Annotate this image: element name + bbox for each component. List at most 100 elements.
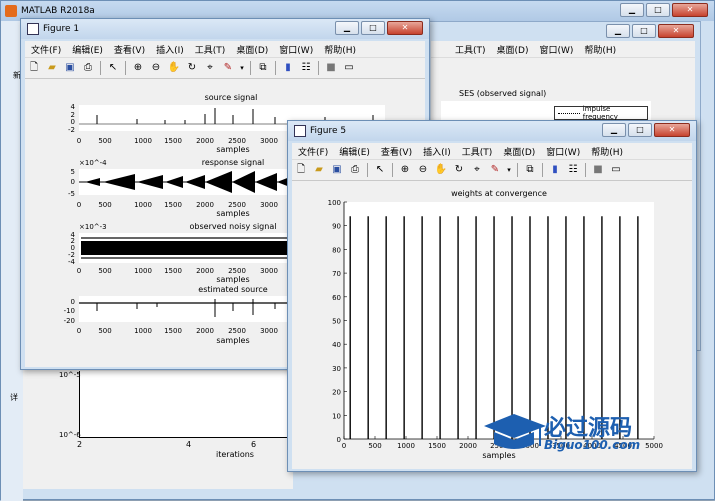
save-icon[interactable]: ▣ bbox=[63, 61, 77, 75]
pan-icon[interactable]: ✋ bbox=[434, 163, 448, 177]
plot4-xlabel: samples bbox=[216, 336, 249, 345]
toolbar-separator bbox=[585, 163, 586, 177]
plot4-ytick: -20 bbox=[64, 317, 75, 325]
save-icon[interactable]: ▣ bbox=[330, 163, 344, 177]
y-tick-label: 30 bbox=[332, 365, 341, 373]
pointer-icon[interactable]: ↖ bbox=[373, 163, 387, 177]
x-tick-label: 0 bbox=[342, 442, 346, 450]
f5-menu-help[interactable]: 帮助(H) bbox=[591, 145, 623, 158]
zoom-in-icon[interactable]: ⊕ bbox=[398, 163, 412, 177]
bg-ytick-1: 10^-5 bbox=[59, 371, 81, 379]
open-folder-icon[interactable]: ▰ bbox=[45, 61, 59, 75]
xtick: 2500 bbox=[228, 201, 246, 209]
bg-xlabel: iterations bbox=[216, 450, 254, 459]
xtick: 1500 bbox=[164, 267, 182, 275]
xtick: 1000 bbox=[134, 267, 152, 275]
f5-menu-desktop[interactable]: 桌面(D) bbox=[503, 145, 535, 158]
plot2-title: response signal bbox=[202, 158, 265, 167]
brush-dropdown-icon[interactable]: ▾ bbox=[506, 163, 512, 177]
f5-menu-view[interactable]: 查看(V) bbox=[381, 145, 412, 158]
brush-dropdown-icon[interactable]: ▾ bbox=[239, 61, 245, 75]
data-cursor-icon[interactable]: ⌖ bbox=[470, 163, 484, 177]
link-icon[interactable]: ⧉ bbox=[256, 61, 270, 75]
bg-menu-tools[interactable]: 工具(T) bbox=[455, 43, 486, 56]
rotate-icon[interactable]: ↻ bbox=[452, 163, 466, 177]
figure5-minimize-button[interactable]: ▁ bbox=[602, 123, 626, 137]
bg-menu-desktop[interactable]: 桌面(D) bbox=[497, 43, 529, 56]
rotate-icon[interactable]: ↻ bbox=[185, 61, 199, 75]
show-plot-tools-icon[interactable]: ▭ bbox=[609, 163, 623, 177]
colorbar-icon[interactable]: ▮ bbox=[281, 61, 295, 75]
print-icon[interactable]: ⎙ bbox=[348, 163, 362, 177]
close-button[interactable]: ✕ bbox=[672, 3, 708, 17]
pan-icon[interactable]: ✋ bbox=[167, 61, 181, 75]
print-icon[interactable]: ⎙ bbox=[81, 61, 95, 75]
y-tick-label: 90 bbox=[332, 223, 341, 231]
bg-xtick-1: 2 bbox=[77, 440, 83, 449]
x-tick-label: 2000 bbox=[459, 442, 477, 450]
figure5-close-button[interactable]: ✕ bbox=[654, 123, 690, 137]
f1-menu-insert[interactable]: 插入(I) bbox=[156, 43, 184, 56]
plot2-ytick: -5 bbox=[68, 190, 75, 198]
data-cursor-icon[interactable]: ⌖ bbox=[203, 61, 217, 75]
f5-menu-edit[interactable]: 编辑(E) bbox=[339, 145, 370, 158]
show-plot-tools-icon[interactable]: ▭ bbox=[342, 61, 356, 75]
bg-close-button[interactable]: ✕ bbox=[658, 24, 694, 38]
brush-icon[interactable]: ✎ bbox=[488, 163, 502, 177]
f1-menu-desktop[interactable]: 桌面(D) bbox=[236, 43, 268, 56]
figure1-titlebar: Figure 1 ▁ □ ✕ bbox=[21, 19, 429, 39]
hide-plot-tools-icon[interactable]: ■ bbox=[324, 61, 338, 75]
xtick: 3000 bbox=[260, 201, 278, 209]
xtick: 2000 bbox=[196, 201, 214, 209]
new-file-icon[interactable]: 🗋 bbox=[294, 163, 308, 177]
zoom-out-icon[interactable]: ⊖ bbox=[149, 61, 163, 75]
plot-area bbox=[344, 202, 654, 439]
maximize-button[interactable]: □ bbox=[646, 3, 670, 17]
plot1-ytick: 0 bbox=[71, 118, 75, 126]
y-tick-label: 100 bbox=[328, 199, 341, 207]
f5-menu-insert[interactable]: 插入(I) bbox=[423, 145, 451, 158]
figure1-maximize-button[interactable]: □ bbox=[361, 21, 385, 35]
toolbar-separator bbox=[275, 61, 276, 75]
bg-minimize-button[interactable]: ▁ bbox=[606, 24, 630, 38]
bg-maximize-button[interactable]: □ bbox=[632, 24, 656, 38]
xtick: 3000 bbox=[260, 267, 278, 275]
new-file-icon[interactable]: 🗋 bbox=[27, 61, 41, 75]
link-icon[interactable]: ⧉ bbox=[523, 163, 537, 177]
f5-menu-file[interactable]: 文件(F) bbox=[298, 145, 328, 158]
pointer-icon[interactable]: ↖ bbox=[106, 61, 120, 75]
legend-icon[interactable]: ☷ bbox=[566, 163, 580, 177]
f1-menu-file[interactable]: 文件(F) bbox=[31, 43, 61, 56]
zoom-out-icon[interactable]: ⊖ bbox=[416, 163, 430, 177]
open-folder-icon[interactable]: ▰ bbox=[312, 163, 326, 177]
f1-menu-window[interactable]: 窗口(W) bbox=[279, 43, 313, 56]
f5-menu-window[interactable]: 窗口(W) bbox=[546, 145, 580, 158]
plot4-title: estimated source bbox=[198, 285, 267, 294]
xtick: 2500 bbox=[228, 267, 246, 275]
f1-menu-tools[interactable]: 工具(T) bbox=[195, 43, 226, 56]
bg-menu-window[interactable]: 窗口(W) bbox=[539, 43, 573, 56]
colorbar-icon[interactable]: ▮ bbox=[548, 163, 562, 177]
watermark-url: Biguo100.com bbox=[544, 438, 641, 452]
xtick: 1000 bbox=[134, 201, 152, 209]
graduation-cap-icon bbox=[484, 414, 546, 449]
figure5-titlebar: Figure 5 ▁ □ ✕ bbox=[288, 121, 696, 141]
bg-legend: impulse frequency bbox=[554, 105, 648, 121]
legend-icon[interactable]: ☷ bbox=[299, 61, 313, 75]
hide-plot-tools-icon[interactable]: ■ bbox=[591, 163, 605, 177]
brush-icon[interactable]: ✎ bbox=[221, 61, 235, 75]
y-tick-label: 80 bbox=[332, 246, 341, 254]
matlab-left-label-detail: 详 bbox=[10, 393, 18, 402]
figure1-minimize-button[interactable]: ▁ bbox=[335, 21, 359, 35]
bg-menu-help[interactable]: 帮助(H) bbox=[584, 43, 616, 56]
figure5-maximize-button[interactable]: □ bbox=[628, 123, 652, 137]
f1-menu-edit[interactable]: 编辑(E) bbox=[72, 43, 103, 56]
figure5-title: Figure 5 bbox=[310, 126, 347, 136]
f1-menu-view[interactable]: 查看(V) bbox=[114, 43, 145, 56]
f5-menu-tools[interactable]: 工具(T) bbox=[462, 145, 493, 158]
figure-icon bbox=[27, 23, 39, 35]
figure1-close-button[interactable]: ✕ bbox=[387, 21, 423, 35]
minimize-button[interactable]: ▁ bbox=[620, 3, 644, 17]
f1-menu-help[interactable]: 帮助(H) bbox=[324, 43, 356, 56]
zoom-in-icon[interactable]: ⊕ bbox=[131, 61, 145, 75]
